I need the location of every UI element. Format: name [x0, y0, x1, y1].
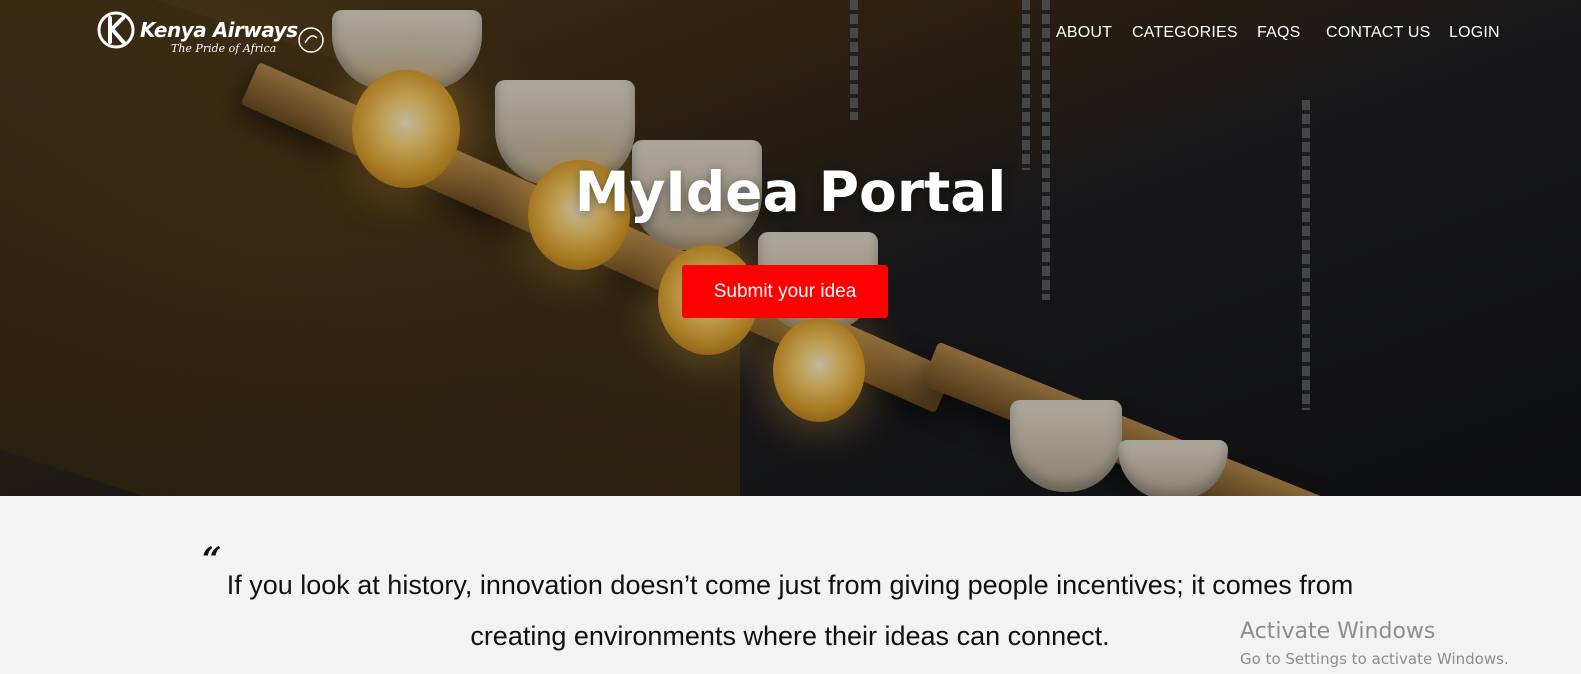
kenya-airways-logo[interactable]: Kenya Airways The Pride of Africa	[96, 10, 326, 62]
nav-categories[interactable]: CATEGORIES	[1132, 24, 1238, 42]
nav-about[interactable]: ABOUT	[1056, 24, 1112, 42]
hero-overlay	[0, 0, 1581, 496]
nav-login[interactable]: LOGIN	[1449, 24, 1500, 42]
quote-text: If you look at history, innovation doesn…	[226, 570, 1354, 651]
windows-activation-watermark: Activate Windows Go to Settings to activ…	[1240, 619, 1509, 668]
nav-contact-us[interactable]: CONTACT US	[1326, 24, 1431, 42]
submit-idea-button[interactable]: Submit your idea	[682, 265, 888, 318]
activate-title: Activate Windows	[1240, 619, 1436, 644]
page-title: MyIdea Portal	[574, 160, 1007, 224]
brand-name: Kenya Airways	[140, 18, 298, 42]
nav-faqs[interactable]: FAQS	[1257, 24, 1300, 42]
hero-banner	[0, 0, 1581, 496]
brand-tagline: The Pride of Africa	[171, 42, 277, 55]
activate-subtitle: Go to Settings to activate Windows.	[1240, 650, 1509, 668]
